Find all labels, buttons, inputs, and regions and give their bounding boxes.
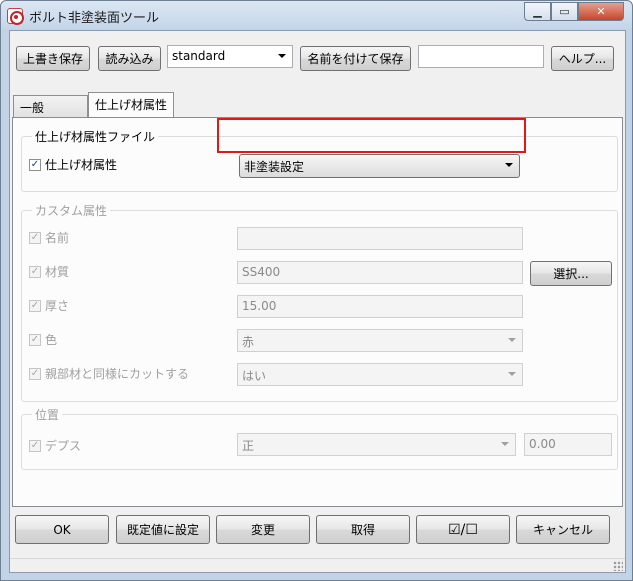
- color-checkbox[interactable]: ✓: [29, 334, 41, 346]
- minimize-icon: ▁: [533, 5, 542, 18]
- chevron-down-icon: [505, 163, 513, 167]
- cancel-button[interactable]: キャンセル: [516, 515, 610, 544]
- material-input[interactable]: SS400: [237, 261, 523, 284]
- color-value: 赤: [242, 335, 255, 349]
- chevron-down-icon: [508, 338, 516, 342]
- load-button[interactable]: 読み込み: [98, 46, 161, 71]
- dialog-window: ボルト非塗装面ツール ▁ ▭ ✕ 上書き保存 読み込み standard 名前を…: [0, 0, 633, 581]
- ok-button[interactable]: OK: [15, 515, 109, 544]
- cut-checkbox[interactable]: ✓: [29, 368, 41, 380]
- minimize-button[interactable]: ▁: [524, 2, 551, 21]
- overwrite-save-button[interactable]: 上書き保存: [16, 46, 90, 71]
- chevron-down-icon: [508, 372, 516, 376]
- material-checkbox[interactable]: ✓: [29, 266, 41, 278]
- save-as-name-input[interactable]: [418, 45, 544, 68]
- maximize-icon: ▭: [559, 5, 570, 18]
- material-label: 材質: [45, 265, 70, 279]
- change-button[interactable]: 変更: [216, 515, 310, 544]
- thickness-label: 厚さ: [45, 299, 70, 313]
- chevron-down-icon: [501, 442, 509, 446]
- thickness-checkbox[interactable]: ✓: [29, 300, 41, 312]
- name-input[interactable]: [237, 227, 523, 250]
- resize-grip-icon[interactable]: [613, 561, 623, 571]
- depth-value: 正: [242, 439, 255, 453]
- get-button[interactable]: 取得: [316, 515, 410, 544]
- preset-select[interactable]: standard: [167, 45, 293, 68]
- toggle-all-button[interactable]: ☑/☐: [416, 515, 510, 544]
- depth-offset-input[interactable]: 0.00: [524, 433, 612, 456]
- name-label: 名前: [45, 231, 70, 245]
- chevron-down-icon: [278, 54, 286, 58]
- app-icon: [7, 8, 24, 25]
- close-icon: ✕: [596, 5, 606, 18]
- maximize-button[interactable]: ▭: [551, 2, 578, 21]
- window-title: ボルト非塗装面ツール: [29, 11, 160, 26]
- tab-panel: 仕上げ材属性ファイル ✓ 仕上げ材属性 非塗装設定 カスタム属性 ✓ 名前 ✓ …: [12, 117, 623, 507]
- finish-attr-label: 仕上げ材属性: [45, 158, 118, 172]
- close-button[interactable]: ✕: [578, 2, 624, 21]
- preset-value: standard: [172, 49, 226, 63]
- custom-attr-group-label: カスタム属性: [32, 202, 111, 219]
- save-as-button[interactable]: 名前を付けて保存: [300, 46, 411, 71]
- name-checkbox[interactable]: ✓: [29, 232, 41, 244]
- status-bar: [10, 558, 625, 572]
- depth-label: デプス: [45, 439, 82, 453]
- help-button[interactable]: ヘルプ...: [551, 46, 614, 71]
- color-label: 色: [45, 333, 58, 347]
- select-material-button[interactable]: 選択...: [530, 261, 612, 286]
- finish-attr-value: 非塗装設定: [244, 160, 305, 174]
- cut-label: 親部材と同様にカットする: [45, 367, 190, 381]
- finish-attr-select[interactable]: 非塗装設定: [239, 154, 520, 178]
- position-group-label: 位置: [32, 406, 63, 423]
- finish-file-group-label: 仕上げ材属性ファイル: [32, 128, 159, 145]
- highlight-box: [217, 118, 526, 153]
- tab-general[interactable]: 一般: [13, 95, 88, 117]
- tab-finish-attributes[interactable]: 仕上げ材属性: [88, 92, 174, 117]
- finish-attr-checkbox[interactable]: ✓: [29, 159, 41, 171]
- set-default-button[interactable]: 既定値に設定: [116, 515, 210, 544]
- depth-select[interactable]: 正: [237, 433, 516, 456]
- depth-checkbox[interactable]: ✓: [29, 440, 41, 452]
- client-area: 上書き保存 読み込み standard 名前を付けて保存 ヘルプ... 一般 仕…: [9, 30, 626, 573]
- color-select[interactable]: 赤: [237, 329, 523, 352]
- title-bar[interactable]: ボルト非塗装面ツール ▁ ▭ ✕: [1, 1, 632, 29]
- cut-select[interactable]: はい: [237, 363, 523, 386]
- cut-value: はい: [242, 369, 267, 383]
- thickness-input[interactable]: 15.00: [237, 295, 523, 318]
